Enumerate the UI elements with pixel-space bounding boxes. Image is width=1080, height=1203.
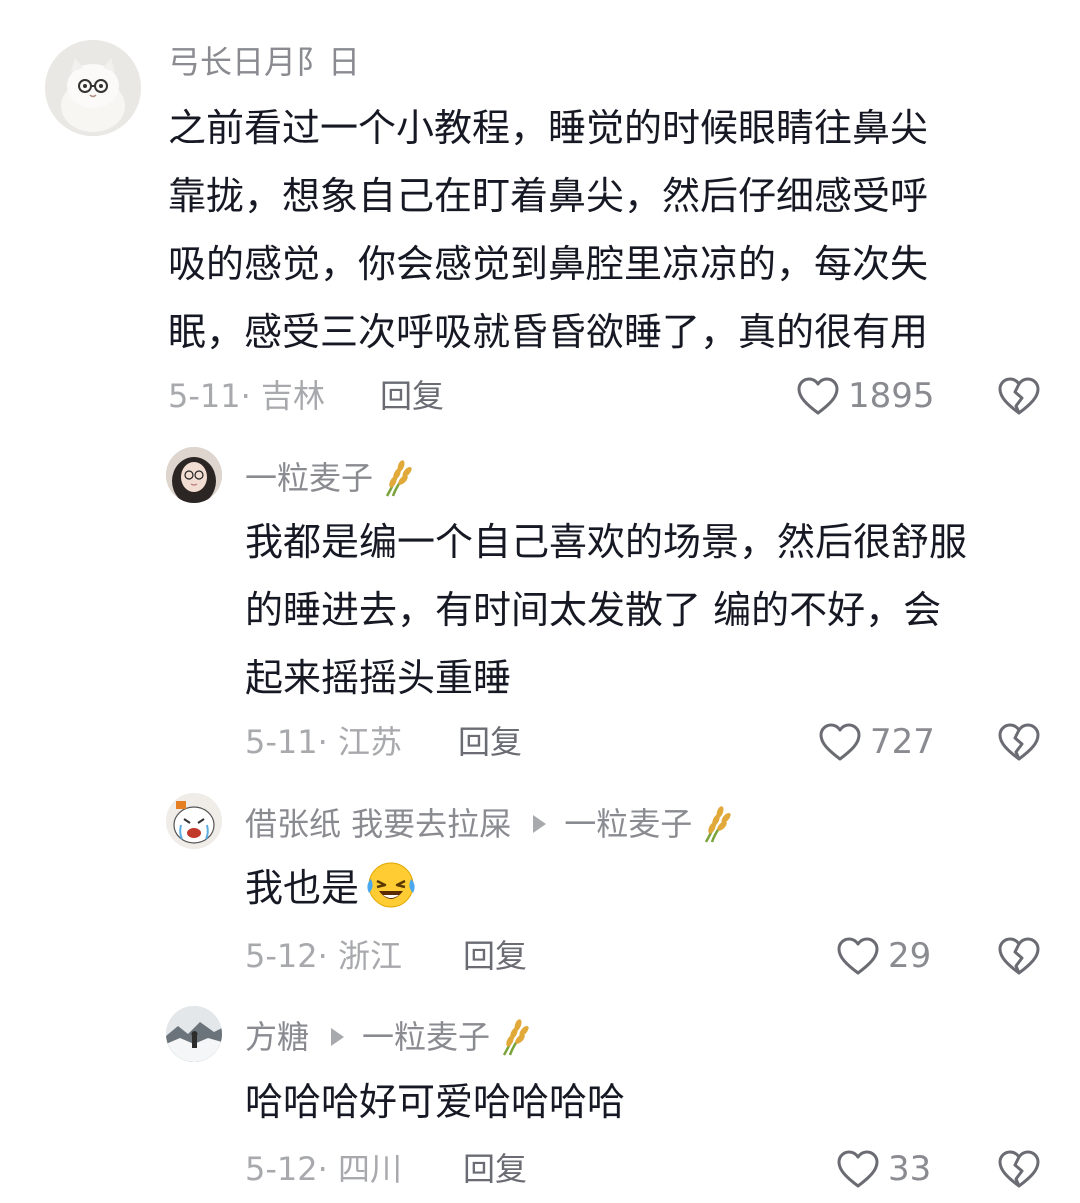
comment-text-line: 之前看过一个小教程，睡觉的时候眼睛往鼻尖 xyxy=(168,106,929,150)
like-count: 33 xyxy=(888,1149,932,1189)
comment-text: 哈哈哈好可爱哈哈哈哈 xyxy=(245,1068,625,1136)
avatar[interactable] xyxy=(166,447,222,503)
broken-heart-icon xyxy=(998,377,1040,415)
girl-with-glasses-avatar xyxy=(166,447,222,503)
dislike-button[interactable] xyxy=(997,936,1041,976)
comment-author[interactable]: 弓长日月阝日 xyxy=(168,42,360,82)
reply-to-name[interactable]: 一粒麦子 xyxy=(362,1017,490,1057)
comment-text-line: 吸的感觉，你会感觉到鼻腔里凉凉的，每次失 xyxy=(168,242,929,286)
comment-text-line: 的睡进去，有时间太发散了 编的不好，会 xyxy=(245,588,942,632)
comment-text-line: 起来摇摇头重睡 xyxy=(245,656,512,700)
broken-heart-icon xyxy=(998,937,1040,975)
heart-outline-icon xyxy=(819,723,861,761)
like-button[interactable]: 727 xyxy=(818,722,935,762)
crying-cartoon-avatar xyxy=(166,793,222,849)
comment-text-line: 哈哈哈好可爱哈哈哈哈 xyxy=(245,1080,626,1124)
like-count: 727 xyxy=(870,722,935,762)
reply-button[interactable]: 回复 xyxy=(463,1149,527,1189)
like-button[interactable]: 1895 xyxy=(796,376,935,416)
comment-text-line: 我也是 xyxy=(245,854,419,922)
like-count: 29 xyxy=(888,936,932,976)
comment-text: 之前看过一个小教程，睡觉的时候眼睛往鼻尖 靠拢，想象自己在盯着鼻尖，然后仔细感受… xyxy=(168,94,928,366)
broken-heart-icon xyxy=(998,1150,1040,1188)
wheat-icon xyxy=(377,456,421,500)
comment-text: 我都是编一个自己喜欢的场景，然后很舒服 的睡进去，有时间太发散了 编的不好，会 … xyxy=(245,508,967,712)
reply-button[interactable]: 回复 xyxy=(458,722,522,762)
comment-date-location: 5-12· 浙江 xyxy=(245,937,402,975)
dislike-button[interactable] xyxy=(997,376,1041,416)
laughing-crying-emoji-icon xyxy=(363,855,419,911)
reply-to-name[interactable]: 一粒麦子 xyxy=(564,804,692,844)
comment-text-line: 我都是编一个自己喜欢的场景，然后很舒服 xyxy=(245,520,968,564)
dislike-button[interactable] xyxy=(997,722,1041,762)
cat-with-glasses-avatar xyxy=(45,40,141,136)
author-name[interactable]: 一粒麦子 xyxy=(245,458,373,498)
comment-date-location: 5-12· 四川 xyxy=(245,1150,402,1188)
wheat-icon xyxy=(696,802,740,846)
like-button[interactable]: 29 xyxy=(836,936,931,976)
heart-outline-icon xyxy=(797,377,839,415)
heart-outline-icon xyxy=(837,1150,879,1188)
comment-author[interactable]: 方糖 一粒麦子 xyxy=(245,1015,538,1059)
reply-button[interactable]: 回复 xyxy=(463,936,527,976)
author-name[interactable]: 借张纸 我要去拉屎 xyxy=(245,804,511,844)
heart-outline-icon xyxy=(837,937,879,975)
avatar[interactable] xyxy=(166,793,222,849)
like-count: 1895 xyxy=(848,376,935,416)
comment-text-line: 眠，感受三次呼吸就昏昏欲睡了，真的很有用 xyxy=(168,310,929,354)
comment-author[interactable]: 借张纸 我要去拉屎 一粒麦子 xyxy=(245,802,740,846)
comment-text-content: 我也是 xyxy=(245,866,360,910)
wheat-icon xyxy=(494,1015,538,1059)
comment-text: 我也是 xyxy=(245,854,419,922)
comment-date-location: 5-11· 吉林 xyxy=(168,377,325,415)
comment-text-line: 靠拢，想象自己在盯着鼻尖，然后仔细感受呼 xyxy=(168,174,929,218)
broken-heart-icon xyxy=(998,723,1040,761)
avatar[interactable] xyxy=(166,1006,222,1062)
comment-author[interactable]: 一粒麦子 xyxy=(245,456,421,500)
dislike-button[interactable] xyxy=(997,1149,1041,1189)
snowy-landscape-avatar xyxy=(166,1006,222,1062)
comment-date-location: 5-11· 江苏 xyxy=(245,723,402,761)
reply-arrow-icon xyxy=(331,1028,345,1046)
reply-button[interactable]: 回复 xyxy=(380,376,444,416)
reply-arrow-icon xyxy=(533,815,547,833)
author-name[interactable]: 方糖 xyxy=(245,1017,309,1057)
avatar[interactable] xyxy=(45,40,141,136)
like-button[interactable]: 33 xyxy=(836,1149,931,1189)
author-name[interactable]: 弓长日月阝日 xyxy=(168,42,360,82)
